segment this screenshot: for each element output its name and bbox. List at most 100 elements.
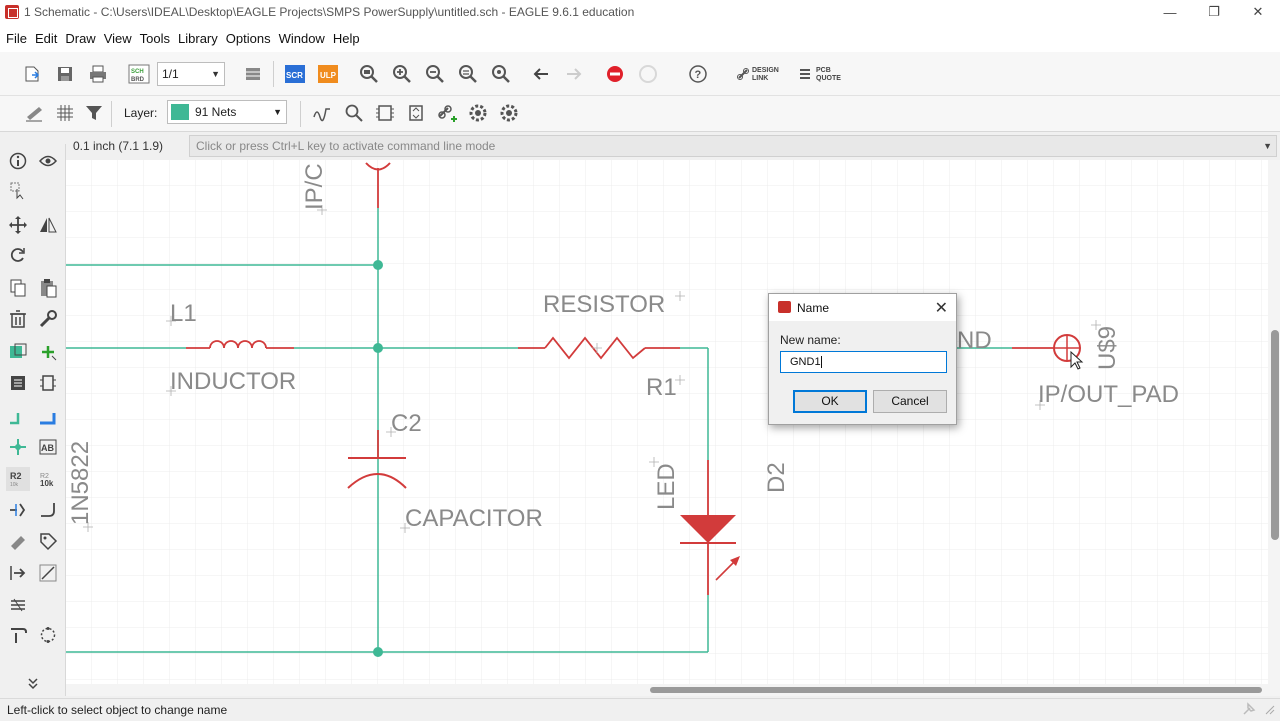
add-part-icon[interactable] bbox=[36, 340, 60, 364]
design-link-button[interactable]: DESIGN LINK bbox=[752, 67, 779, 83]
label-capacitor: CAPACITOR bbox=[405, 505, 543, 532]
zoom-fit-icon[interactable] bbox=[357, 62, 381, 86]
horizontal-scroll-thumb[interactable] bbox=[650, 687, 1262, 693]
name-tool-icon[interactable]: R2 10k bbox=[6, 467, 30, 491]
toolbar-divider bbox=[111, 101, 112, 127]
chevron-down-icon: ▼ bbox=[273, 107, 282, 117]
text-lines-icon[interactable] bbox=[6, 593, 30, 617]
zoom-out-icon[interactable] bbox=[423, 62, 447, 86]
menu-help[interactable]: Help bbox=[329, 31, 364, 46]
layers-stack-icon[interactable] bbox=[241, 62, 265, 86]
miter-icon[interactable] bbox=[36, 498, 60, 522]
menu-library[interactable]: Library bbox=[174, 31, 222, 46]
toolbar-divider bbox=[300, 101, 301, 127]
junction-icon[interactable] bbox=[6, 435, 30, 459]
go-icon[interactable] bbox=[636, 62, 660, 86]
board-switch-icon[interactable]: SCH BRD bbox=[127, 62, 151, 86]
new-name-label: New name: bbox=[780, 333, 841, 347]
menu-draw[interactable]: Draw bbox=[61, 31, 99, 46]
ripup-icon[interactable] bbox=[6, 529, 30, 553]
grid-icon[interactable] bbox=[53, 101, 77, 125]
pcb-quote-line1: PCB bbox=[816, 67, 831, 74]
sheet-select[interactable]: 1/1 ▼ bbox=[157, 62, 225, 86]
zoom-select-icon[interactable] bbox=[489, 62, 513, 86]
group-icon[interactable] bbox=[6, 340, 30, 364]
close-icon[interactable]: ✕ bbox=[935, 298, 948, 318]
menu-file[interactable]: File bbox=[2, 31, 31, 46]
label-ipc: IP/C bbox=[301, 163, 328, 210]
wrench-icon[interactable] bbox=[36, 307, 60, 331]
link-icon[interactable] bbox=[736, 62, 750, 86]
rotate-icon[interactable] bbox=[6, 243, 30, 267]
frame-hook-icon[interactable] bbox=[6, 623, 30, 647]
cancel-button[interactable]: Cancel bbox=[873, 390, 947, 413]
value-tool-icon[interactable]: R2 10k bbox=[36, 467, 60, 491]
close-window-button[interactable]: ✕ bbox=[1236, 0, 1280, 24]
value-icon[interactable] bbox=[6, 371, 30, 395]
vertical-scrollbar[interactable] bbox=[1268, 160, 1280, 696]
schematic-canvas[interactable]: IP/C L1 INDUCTOR RESISTOR R1 C2 CAPACITOR LED D2… bbox=[66, 160, 1280, 696]
vertical-scroll-thumb[interactable] bbox=[1271, 330, 1279, 540]
part-swap-icon[interactable] bbox=[404, 101, 428, 125]
resize-grip-icon[interactable] bbox=[1262, 702, 1276, 721]
menu-options[interactable]: Options bbox=[222, 31, 275, 46]
delete-trash-icon[interactable] bbox=[6, 307, 30, 331]
zoom-previous-icon[interactable] bbox=[456, 62, 480, 86]
command-row: 0.1 inch (7.1 1.9) Click or press Ctrl+L… bbox=[0, 132, 1280, 160]
settings-gear-icon[interactable] bbox=[466, 101, 490, 125]
ulp-button[interactable]: ULP bbox=[316, 62, 340, 86]
ok-button[interactable]: OK bbox=[793, 390, 867, 413]
name-dialog: Name ✕ New name: GND1 OK Cancel bbox=[768, 293, 957, 425]
menu-window[interactable]: Window bbox=[275, 31, 329, 46]
wire-bend-icon[interactable] bbox=[310, 101, 334, 125]
label-icon[interactable]: AB bbox=[36, 435, 60, 459]
minimize-button[interactable]: — bbox=[1148, 0, 1192, 24]
net-junction-top bbox=[373, 260, 383, 270]
bus-icon[interactable] bbox=[36, 405, 60, 429]
pin-icon[interactable] bbox=[1242, 702, 1256, 721]
pcb-quote-button[interactable]: PCB QUOTE bbox=[816, 67, 841, 83]
add-link-icon[interactable] bbox=[435, 101, 459, 125]
stop-icon[interactable] bbox=[603, 62, 627, 86]
chevron-down-icon[interactable]: ▼ bbox=[1263, 136, 1272, 156]
component-icon[interactable] bbox=[373, 101, 397, 125]
save-icon[interactable] bbox=[53, 62, 77, 86]
split-icon[interactable] bbox=[6, 498, 30, 522]
command-line-input[interactable]: Click or press Ctrl+L key to activate co… bbox=[189, 135, 1277, 157]
menu-tools[interactable]: Tools bbox=[136, 31, 174, 46]
net-wire-icon[interactable] bbox=[6, 405, 30, 429]
menu-edit[interactable]: Edit bbox=[31, 31, 61, 46]
status-message: Left-click to select object to change na… bbox=[7, 703, 228, 717]
zoom-in-icon[interactable] bbox=[390, 62, 414, 86]
filter-icon[interactable] bbox=[82, 101, 106, 125]
horizontal-scrollbar[interactable] bbox=[66, 684, 1268, 696]
select-arrow-icon[interactable] bbox=[6, 178, 30, 202]
chevron-double-down-icon[interactable] bbox=[21, 671, 45, 695]
script-button[interactable]: SCR bbox=[283, 62, 307, 86]
circle-dots-icon[interactable] bbox=[36, 623, 60, 647]
menu-view[interactable]: View bbox=[100, 31, 136, 46]
redo-icon[interactable] bbox=[562, 62, 586, 86]
show-eye-icon[interactable] bbox=[36, 149, 60, 173]
open-icon[interactable] bbox=[20, 62, 44, 86]
search-icon[interactable] bbox=[342, 101, 366, 125]
quote-list-icon[interactable] bbox=[798, 62, 812, 86]
move-icon[interactable] bbox=[6, 213, 30, 237]
help-icon[interactable]: ? bbox=[686, 62, 710, 86]
attribute-tag-icon[interactable] bbox=[36, 529, 60, 553]
main-toolbar: SCH BRD 1/1 ▼ SCR ULP ? DESIGN LINK PCB QUOT… bbox=[0, 52, 1280, 96]
line-draw-icon[interactable] bbox=[36, 561, 60, 585]
draw-mode-icon[interactable] bbox=[22, 101, 46, 125]
gear-icon[interactable] bbox=[497, 101, 521, 125]
info-icon[interactable] bbox=[6, 149, 30, 173]
mirror-icon[interactable] bbox=[36, 213, 60, 237]
restore-button[interactable]: ❐ bbox=[1192, 0, 1236, 24]
route-arrow-icon[interactable] bbox=[6, 561, 30, 585]
replace-icon[interactable] bbox=[36, 371, 60, 395]
undo-icon[interactable] bbox=[529, 62, 553, 86]
print-icon[interactable] bbox=[86, 62, 110, 86]
layer-select[interactable]: 91 Nets ▼ bbox=[167, 100, 287, 124]
new-name-input[interactable]: GND1 bbox=[780, 351, 947, 373]
paste-icon[interactable] bbox=[36, 276, 60, 300]
copy-icon[interactable] bbox=[6, 276, 30, 300]
